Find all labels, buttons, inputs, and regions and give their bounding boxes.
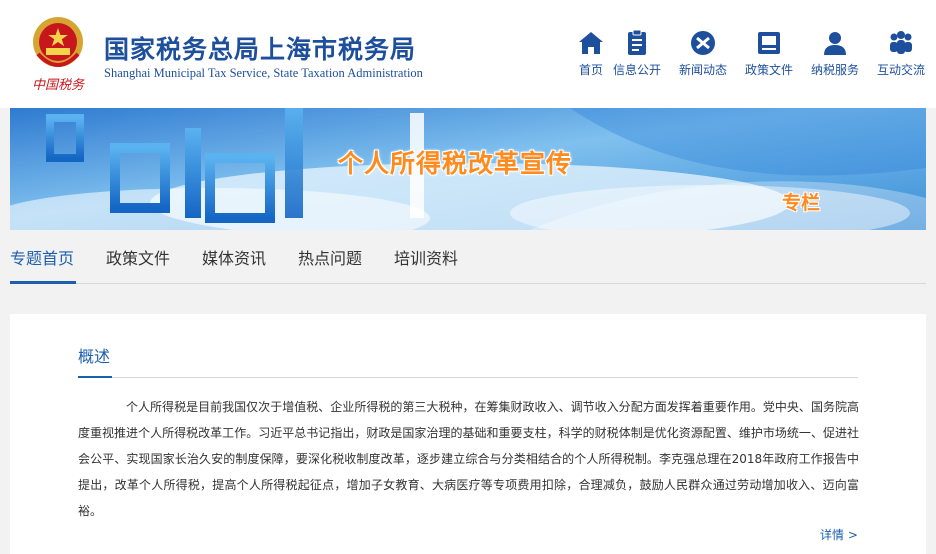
nav-item-tax-service[interactable]: 纳税服务 <box>800 30 870 80</box>
active-tab-indicator <box>10 281 76 284</box>
heading-accent-bar <box>78 376 112 378</box>
document-icon <box>628 30 646 55</box>
overview-panel: 概述 个人所得税是目前我国仅次于增值税、企业所得税的第三大税种，在筹集财政收入、… <box>10 314 926 554</box>
heading-divider <box>78 377 858 378</box>
nav-item-news[interactable]: 新闻动态 <box>668 30 738 80</box>
nav-label-news: 新闻动态 <box>678 63 727 77</box>
tab-hot-issues[interactable]: 热点问题 <box>298 245 362 269</box>
nav-label-tax-service: 纳税服务 <box>810 63 859 77</box>
user-icon <box>824 32 846 55</box>
banner-title: 个人所得税改革宣传 <box>338 149 573 178</box>
nav-item-interaction[interactable]: 互动交流 <box>866 30 936 80</box>
tax-emblem-logo[interactable]: 中国税务 <box>26 12 90 94</box>
overview-heading: 概述 <box>78 347 111 366</box>
site-header: 中国税务 国家税务总局上海市税务局 Shanghai Municipal Tax… <box>0 0 936 108</box>
tab-media-news[interactable]: 媒体资讯 <box>202 245 266 269</box>
svg-text:中国税务: 中国税务 <box>32 78 85 93</box>
main-nav: 首页 信息公开 新闻动态 政策文件 纳税服务 互动交流 <box>556 30 936 80</box>
nav-label-interaction: 互动交流 <box>876 63 925 77</box>
policy-file-icon <box>758 32 780 54</box>
tab-policy-files[interactable]: 政策文件 <box>106 245 170 269</box>
people-icon <box>890 31 912 54</box>
campaign-banner: 个人所得税改革宣传 专栏 <box>10 108 926 230</box>
details-link[interactable]: 详情 > <box>820 526 858 543</box>
tab-training-materials[interactable]: 培训资料 <box>394 245 458 269</box>
site-subtitle: Shanghai Municipal Tax Service, State Ta… <box>104 66 423 80</box>
site-title: 国家税务总局上海市税务局 <box>104 35 417 64</box>
nav-item-info-disclosure[interactable]: 信息公开 <box>602 30 672 80</box>
banner-subtitle: 专栏 <box>782 192 821 214</box>
topic-tabs: 专题首页 政策文件 媒体资讯 热点问题 培训资料 <box>10 230 926 284</box>
overview-text: 个人所得税是目前我国仅次于增值税、企业所得税的第三大税种，在筹集财政收入、调节收… <box>78 400 859 518</box>
nav-label-info-disclosure: 信息公开 <box>612 63 661 77</box>
home-icon <box>579 32 603 54</box>
tab-topic-home[interactable]: 专题首页 <box>10 245 74 269</box>
nav-label-policy: 政策文件 <box>744 63 793 77</box>
nav-item-policy[interactable]: 政策文件 <box>734 30 804 80</box>
news-icon <box>691 31 715 55</box>
